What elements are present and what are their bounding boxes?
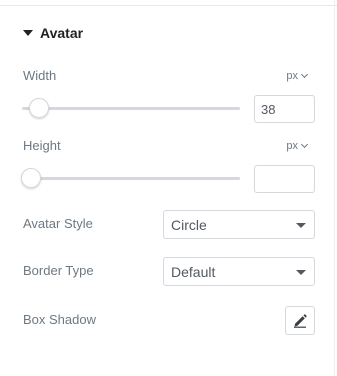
border-type-value: Default: [171, 264, 216, 280]
box-shadow-label: Box Shadow: [23, 312, 96, 327]
height-label: Height: [23, 138, 61, 153]
height-slider-track: [22, 177, 240, 180]
height-slider-handle[interactable]: [21, 168, 41, 188]
chevron-down-icon: [300, 140, 309, 149]
height-unit-select[interactable]: px: [286, 140, 309, 152]
avatar-style-label: Avatar Style: [23, 216, 93, 231]
dropdown-arrow-icon: [296, 270, 306, 275]
dropdown-arrow-icon: [296, 223, 306, 228]
width-label: Width: [23, 68, 57, 83]
panel-top-divider: [0, 5, 337, 6]
width-input[interactable]: [254, 95, 315, 123]
width-slider-track: [22, 107, 240, 110]
width-slider[interactable]: [22, 98, 240, 118]
width-slider-handle[interactable]: [28, 98, 49, 118]
border-type-select[interactable]: Default: [163, 257, 315, 286]
caret-down-icon: [23, 30, 33, 36]
height-unit-label: px: [286, 140, 298, 152]
box-shadow-edit-button[interactable]: [285, 306, 315, 335]
avatar-style-select[interactable]: Circle: [163, 210, 315, 239]
width-unit-select[interactable]: px: [286, 70, 309, 82]
panel-right-border: [334, 0, 335, 376]
height-slider[interactable]: [21, 168, 240, 188]
pencil-icon: [294, 313, 307, 328]
height-input[interactable]: [254, 165, 315, 193]
chevron-down-icon: [300, 70, 309, 79]
avatar-section-toggle[interactable]: Avatar: [23, 24, 83, 42]
border-type-label: Border Type: [23, 263, 94, 278]
avatar-style-value: Circle: [171, 217, 207, 233]
width-unit-label: px: [286, 70, 298, 82]
section-title: Avatar: [40, 25, 84, 41]
